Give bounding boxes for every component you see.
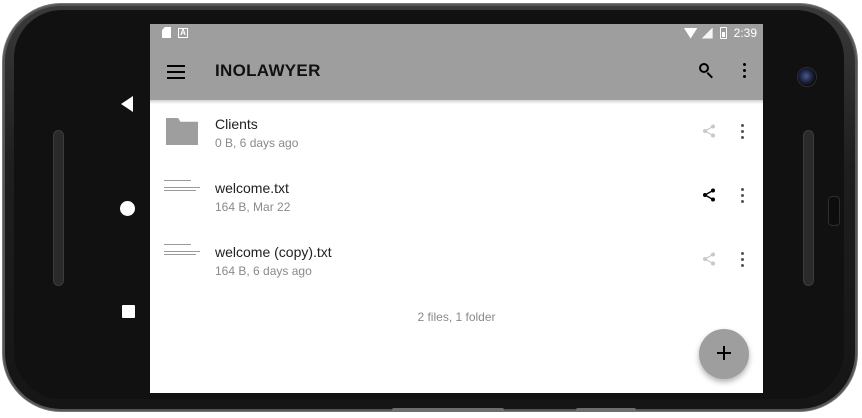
list-item[interactable]: welcome.txt 164 B, Mar 22	[150, 164, 763, 228]
nav-recents-button[interactable]	[122, 305, 135, 318]
share-icon[interactable]	[702, 252, 716, 266]
search-icon[interactable]	[699, 63, 715, 79]
share-icon[interactable]	[702, 124, 716, 138]
status-time: 2:39	[733, 26, 757, 40]
wifi-icon	[683, 27, 698, 39]
row-more-options-icon[interactable]	[741, 124, 745, 140]
add-button[interactable]	[699, 329, 749, 379]
battery-icon	[719, 27, 727, 39]
file-meta: 164 B, Mar 22	[215, 200, 291, 214]
status-bar: A 2:39	[150, 24, 763, 44]
nav-home-button[interactable]	[120, 201, 135, 216]
volume-button	[392, 408, 504, 412]
share-icon[interactable]	[702, 188, 716, 202]
signal-icon	[701, 27, 713, 39]
sd-card-icon	[162, 27, 171, 38]
file-name: welcome.txt	[215, 180, 289, 196]
document-thumbnail-icon	[164, 180, 202, 202]
notification-a-icon: A	[178, 27, 188, 38]
app-title: INOLAWYER	[215, 61, 321, 80]
folder-icon	[166, 118, 198, 145]
nav-back-button[interactable]	[121, 96, 133, 112]
left-speaker-grille	[53, 130, 64, 286]
power-button	[576, 408, 636, 412]
file-list: Clients 0 B, 6 days ago welcome.txt 164 …	[150, 100, 763, 292]
row-more-options-icon[interactable]	[741, 188, 745, 204]
right-speaker-grille	[803, 130, 814, 286]
document-thumbnail-icon	[164, 244, 202, 266]
menu-icon[interactable]	[167, 65, 185, 79]
row-more-options-icon[interactable]	[741, 252, 745, 268]
app-screen: A 2:39 INOLAWYER Clients 0 B, 6 days ago	[150, 24, 763, 393]
list-item[interactable]: welcome (copy).txt 164 B, 6 days ago	[150, 228, 763, 292]
file-meta: 164 B, 6 days ago	[215, 264, 312, 278]
sensor-icon	[828, 196, 840, 226]
plus-icon	[717, 346, 731, 360]
file-meta: 0 B, 6 days ago	[215, 136, 299, 150]
front-camera-icon	[797, 67, 817, 87]
list-item[interactable]: Clients 0 B, 6 days ago	[150, 100, 763, 164]
file-summary: 2 files, 1 folder	[417, 310, 496, 324]
more-options-icon[interactable]	[743, 63, 747, 79]
file-name: welcome (copy).txt	[215, 244, 332, 260]
file-name: Clients	[215, 116, 258, 132]
app-bar: INOLAWYER	[150, 44, 763, 100]
